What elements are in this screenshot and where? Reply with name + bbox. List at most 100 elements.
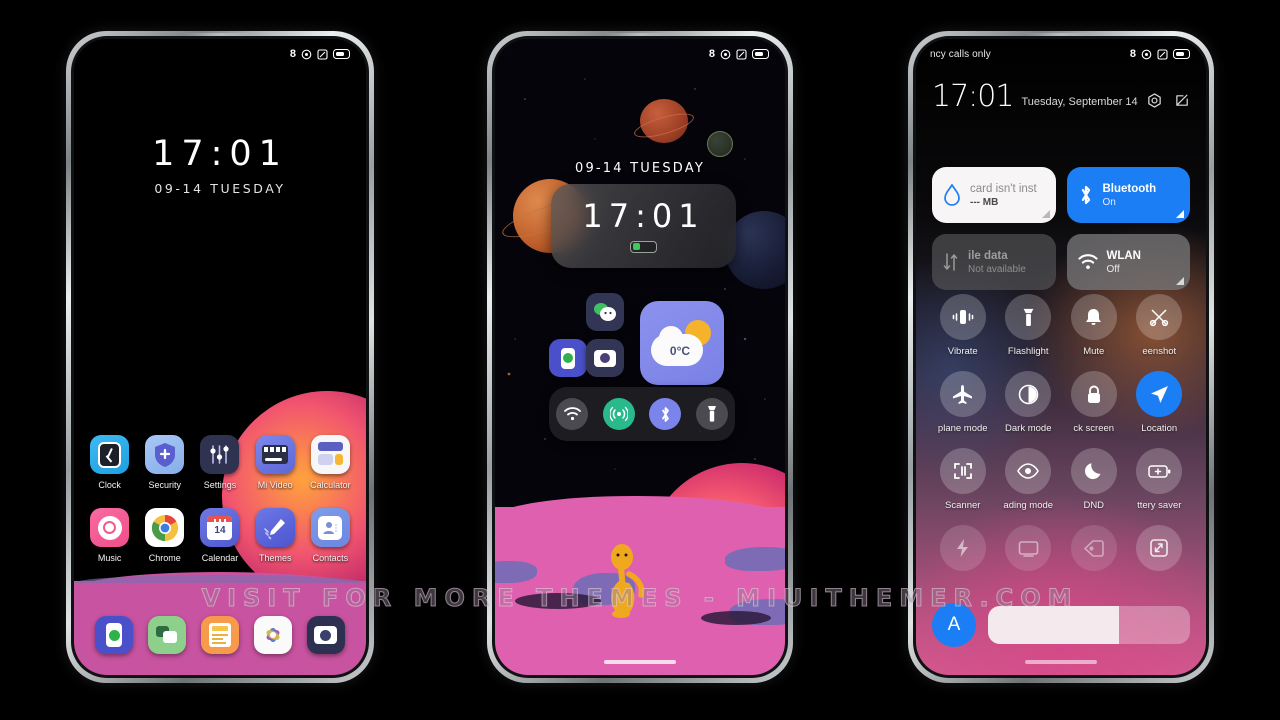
qs-location[interactable]: Location bbox=[1127, 371, 1193, 434]
toggle-hotspot[interactable] bbox=[602, 398, 635, 430]
widget-camera[interactable] bbox=[586, 339, 624, 377]
tile-subtitle: On bbox=[1102, 196, 1116, 208]
weather-temperature: 0°C bbox=[669, 344, 691, 358]
qs-screenshot[interactable]: eenshot bbox=[1127, 294, 1193, 357]
app-clock[interactable]: Clock bbox=[82, 435, 137, 490]
auto-brightness-button[interactable]: A bbox=[932, 603, 976, 647]
toggle-flashlight[interactable] bbox=[695, 398, 728, 430]
tile-subtitle: Off bbox=[1106, 263, 1120, 275]
app-settings[interactable]: Settings bbox=[192, 435, 247, 490]
sim-icon bbox=[736, 48, 747, 60]
header-date: Tuesday, September 14 bbox=[1021, 95, 1138, 108]
toggle-wifi[interactable] bbox=[556, 398, 589, 430]
dock-item-gallery[interactable] bbox=[253, 616, 292, 654]
tile-expand-corner[interactable] bbox=[1176, 210, 1184, 218]
tile-title: card isn't inst bbox=[970, 182, 1037, 195]
phone-control-center: ncy calls only 8 17:01 Tuesday, Septembe… bbox=[908, 31, 1214, 683]
hotspot-icon bbox=[609, 406, 628, 422]
app-calculator[interactable]: Calculator bbox=[303, 435, 358, 490]
dock-item-notes[interactable] bbox=[200, 616, 239, 654]
home-indicator[interactable] bbox=[604, 660, 676, 664]
app-security[interactable]: Security bbox=[137, 435, 192, 490]
earpiece bbox=[1025, 33, 1097, 36]
screenshot-icon bbox=[1150, 309, 1169, 327]
wallpaper-ridge bbox=[74, 575, 366, 583]
dock-item-camera[interactable] bbox=[306, 616, 345, 654]
app-chrome[interactable]: Chrome bbox=[137, 508, 192, 563]
qs-lock-screen[interactable]: ck screen bbox=[1061, 371, 1127, 434]
app-label: Clock bbox=[98, 480, 121, 490]
ground-shadow-right bbox=[701, 611, 771, 625]
tile-title: ile data bbox=[968, 249, 1008, 262]
toggle-bluetooth[interactable] bbox=[649, 398, 682, 430]
qs-cast[interactable] bbox=[996, 525, 1062, 577]
edit-icon[interactable] bbox=[1175, 93, 1190, 108]
planet-small-green bbox=[707, 131, 733, 157]
planet-red-top bbox=[631, 99, 697, 143]
status-bar-icons: 8 bbox=[709, 48, 771, 60]
bell-icon bbox=[1086, 309, 1102, 325]
qs-dark-mode[interactable]: Dark mode bbox=[996, 371, 1062, 434]
battery-icon bbox=[752, 49, 769, 59]
qs-dnd[interactable]: DND bbox=[1061, 448, 1127, 511]
lock-icon bbox=[1087, 385, 1100, 403]
qs-flashlight[interactable]: Flashlight bbox=[996, 294, 1062, 357]
sliders-icon bbox=[200, 435, 240, 474]
tile-mobile-data[interactable]: ile data Not available bbox=[932, 234, 1056, 290]
qs-battery-saver[interactable]: ttery saver bbox=[1127, 448, 1193, 511]
battery-plus-icon bbox=[1148, 464, 1171, 478]
app-contacts[interactable]: Contacts bbox=[303, 508, 358, 563]
screen-3: ncy calls only 8 17:01 Tuesday, Septembe… bbox=[916, 39, 1206, 675]
app-label: Themes bbox=[258, 553, 292, 563]
battery-icon bbox=[333, 49, 350, 59]
qs-expand[interactable] bbox=[1127, 525, 1193, 577]
lock-time: 17:01 bbox=[152, 134, 288, 174]
screen-2: 8 09-14 TUESDAY 17:01 0°C bbox=[495, 39, 785, 675]
qs-airplane-mode[interactable]: plane mode bbox=[930, 371, 996, 434]
widget-wechat[interactable] bbox=[586, 293, 624, 331]
qs-reading-mode[interactable]: ading mode bbox=[996, 448, 1062, 511]
cast-screen-icon bbox=[1018, 540, 1039, 557]
alarm-icon bbox=[1141, 49, 1152, 59]
clock-widget[interactable]: 17:01 bbox=[551, 184, 736, 268]
tile-wlan[interactable]: WLAN Off bbox=[1066, 234, 1190, 290]
tile-subtitle: --- MB bbox=[970, 196, 999, 208]
qs-mute[interactable]: Mute bbox=[1061, 294, 1127, 357]
eye-icon bbox=[1017, 463, 1040, 479]
earpiece bbox=[604, 33, 676, 36]
tile-expand-corner[interactable] bbox=[1041, 210, 1050, 218]
tile-title: Bluetooth bbox=[1102, 182, 1157, 195]
app-label: Mi Video bbox=[257, 480, 293, 490]
scan-frame-icon bbox=[953, 463, 972, 479]
app-themes[interactable]: Themes bbox=[248, 508, 303, 563]
app-mi-video[interactable]: Mi Video bbox=[248, 435, 303, 490]
qs-label: eenshot bbox=[1142, 346, 1177, 357]
rock-left bbox=[495, 561, 537, 583]
widget-phone[interactable] bbox=[549, 339, 587, 377]
app-label: Contacts bbox=[312, 553, 349, 563]
home-indicator[interactable] bbox=[1025, 660, 1097, 664]
tile-bluetooth[interactable]: Bluetooth On bbox=[1066, 167, 1190, 223]
tile-sim-data[interactable]: card isn't inst --- MB bbox=[932, 167, 1056, 223]
qs-nfc[interactable] bbox=[1061, 525, 1127, 577]
status-bar-left-text: ncy calls only bbox=[930, 48, 991, 60]
tile-expand-corner[interactable] bbox=[1176, 277, 1184, 285]
qs-scanner[interactable]: Scanner bbox=[930, 448, 996, 511]
wifi-icon bbox=[1077, 254, 1098, 269]
app-music[interactable]: Music bbox=[82, 508, 137, 563]
qs-vibrate[interactable]: Vibrate bbox=[930, 294, 996, 357]
lock-clock: 17:01 09-14 TUESDAY bbox=[74, 134, 366, 197]
dock-item-phone[interactable] bbox=[95, 616, 134, 654]
dock-item-messages[interactable] bbox=[148, 616, 187, 654]
bluetooth-icon bbox=[1081, 185, 1090, 205]
settings-gear-icon[interactable] bbox=[1147, 92, 1162, 108]
qs-quick-charge[interactable] bbox=[930, 525, 996, 577]
contrast-icon bbox=[1018, 384, 1039, 404]
brightness-slider[interactable] bbox=[988, 606, 1190, 644]
app-label: Settings bbox=[203, 480, 237, 490]
app-calendar[interactable]: 14 Calendar bbox=[192, 508, 247, 563]
weather-widget[interactable]: 0°C bbox=[640, 301, 724, 385]
calculator-icon bbox=[310, 435, 350, 474]
status-bar-2: 8 bbox=[495, 39, 785, 69]
moon-icon bbox=[1084, 463, 1101, 480]
